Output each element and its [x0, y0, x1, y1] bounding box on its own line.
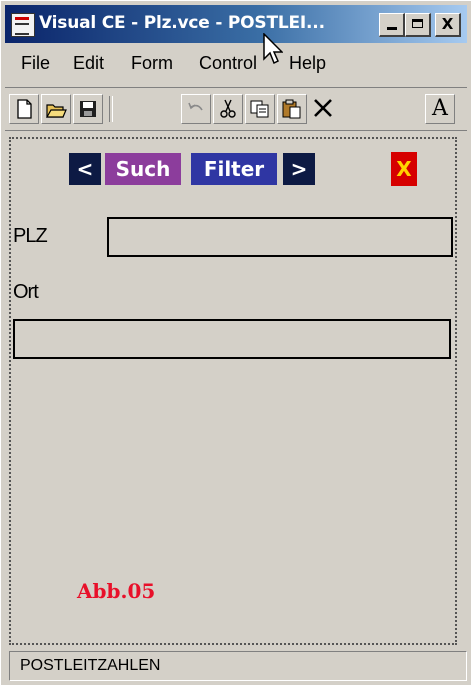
close-icon: X — [441, 15, 454, 33]
delete-button[interactable] — [309, 94, 339, 124]
app-icon[interactable] — [11, 13, 35, 37]
window-title: Visual CE - Plz.vce - POSTLEI... — [39, 13, 325, 33]
new-file-icon — [17, 99, 32, 119]
plz-label: PLZ — [13, 225, 48, 247]
undo-button[interactable] — [181, 94, 211, 124]
new-file-button[interactable] — [9, 94, 39, 124]
paste-button[interactable] — [277, 94, 307, 124]
menu-edit[interactable]: Edit — [73, 53, 104, 74]
minimize-icon — [387, 27, 397, 30]
form-close-button[interactable]: X — [391, 152, 417, 186]
filter-button[interactable]: Filter — [191, 153, 277, 185]
status-bar: POSTLEITZAHLEN — [9, 651, 467, 681]
open-button[interactable] — [41, 94, 71, 124]
menu-control[interactable]: Control — [199, 53, 257, 74]
undo-icon — [188, 102, 203, 111]
delete-icon — [314, 99, 332, 117]
prev-record-button[interactable]: < — [69, 153, 101, 185]
minimize-button[interactable] — [379, 13, 405, 37]
plz-field[interactable] — [107, 217, 453, 257]
save-icon — [80, 101, 96, 117]
toolbar: A — [5, 87, 467, 131]
form-canvas[interactable]: < Such Filter > X PLZ Ort Abb.05 — [9, 137, 457, 645]
ort-field[interactable] — [13, 319, 451, 359]
save-button[interactable] — [73, 94, 103, 124]
menu-file[interactable]: File — [21, 53, 50, 74]
maximize-button[interactable] — [405, 13, 431, 37]
title-bar[interactable]: Visual CE - Plz.vce - POSTLEI... X — [5, 5, 467, 43]
paste-icon — [282, 99, 301, 119]
toolbar-separator — [109, 96, 113, 122]
figure-caption: Abb.05 — [77, 579, 156, 603]
window-close-button[interactable]: X — [435, 13, 461, 37]
app-window: Visual CE - Plz.vce - POSTLEI... X File … — [0, 0, 471, 685]
next-record-button[interactable]: > — [283, 153, 315, 185]
maximize-icon — [412, 19, 423, 28]
open-folder-icon — [45, 104, 67, 118]
menu-form[interactable]: Form — [131, 53, 173, 74]
text-tool-button[interactable]: A — [425, 94, 455, 124]
menu-bar: File Edit Form Control Help — [5, 47, 467, 81]
search-button[interactable]: Such — [105, 153, 181, 185]
ort-label: Ort — [13, 281, 39, 303]
cut-button[interactable] — [213, 94, 243, 124]
copy-icon — [250, 100, 269, 118]
menu-help[interactable]: Help — [289, 53, 326, 74]
copy-button[interactable] — [245, 94, 275, 124]
cut-icon — [220, 99, 236, 118]
